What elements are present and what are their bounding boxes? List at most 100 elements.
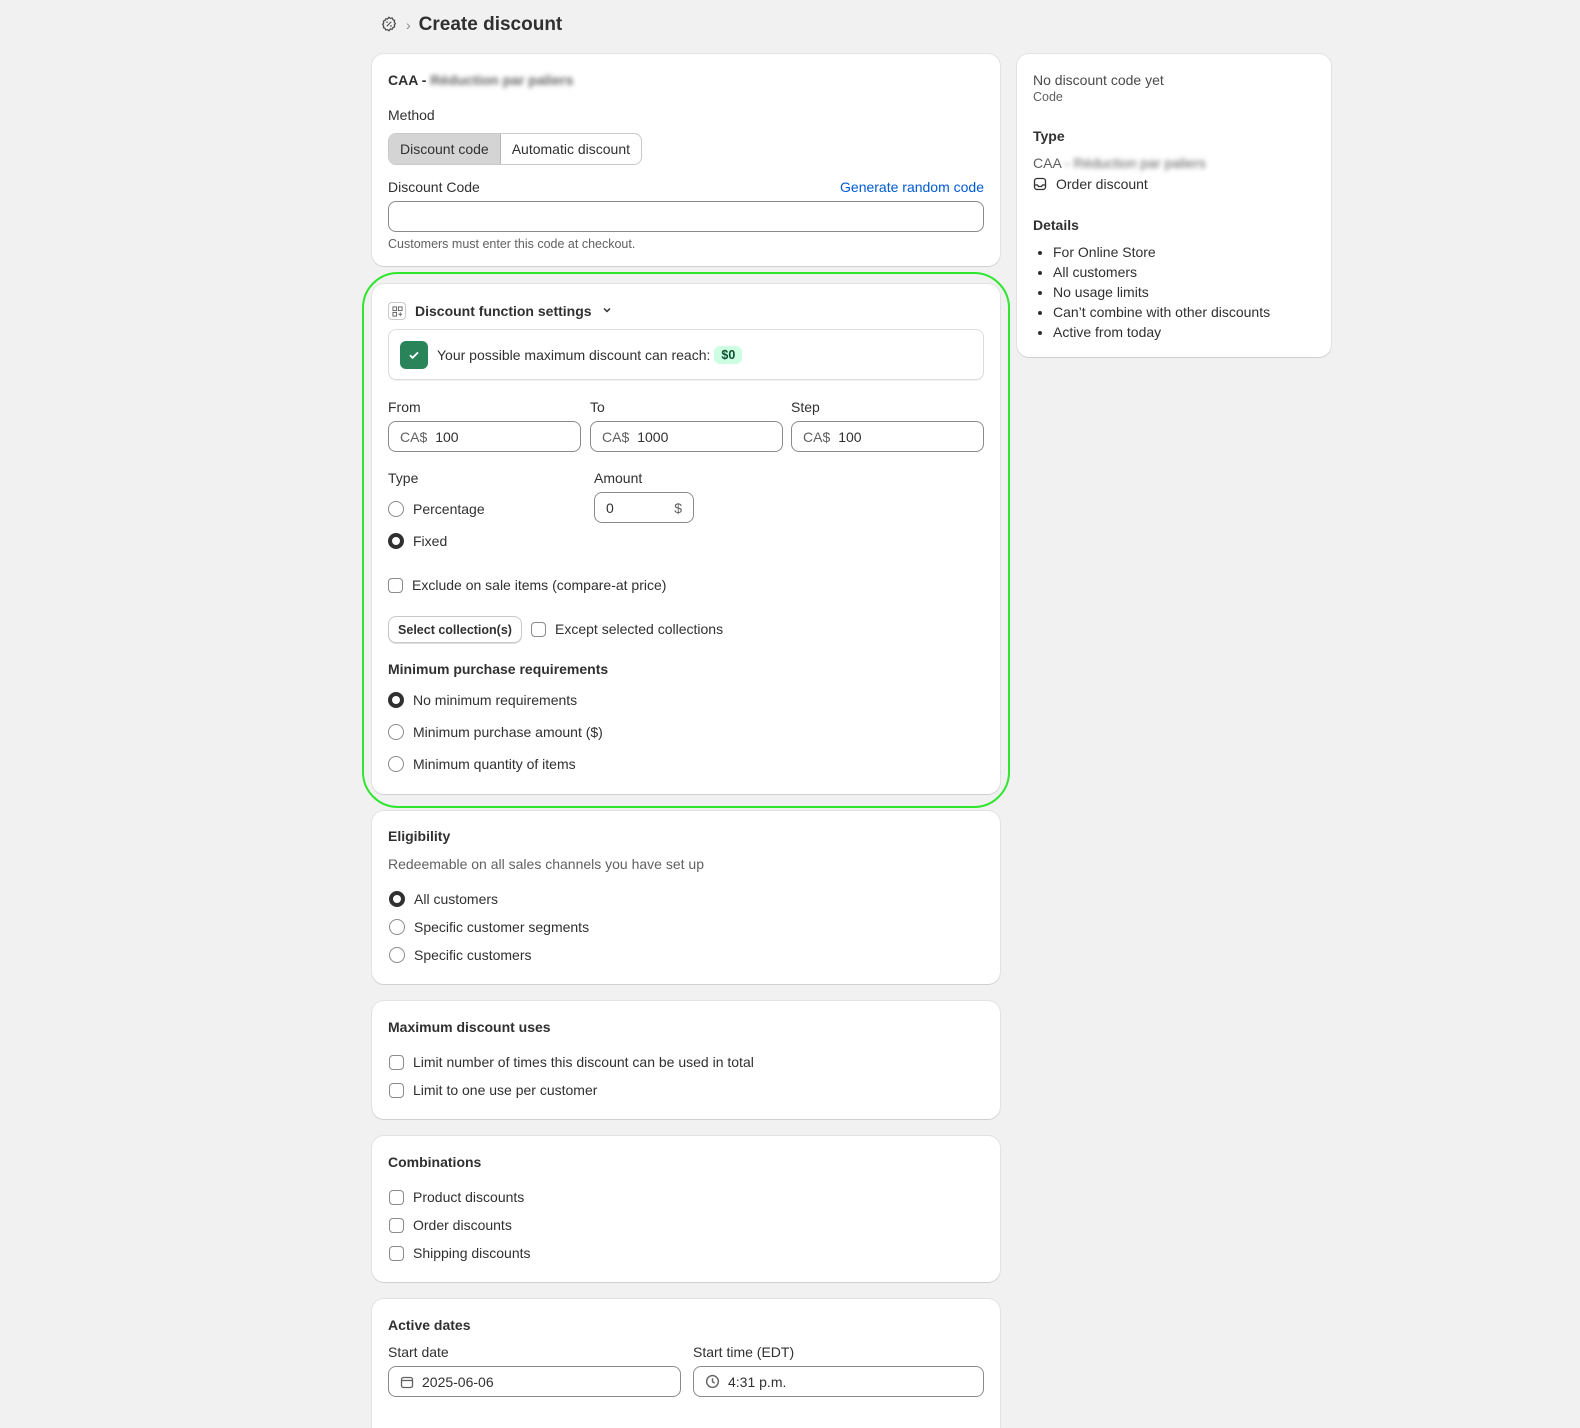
- checkbox[interactable]: [389, 1054, 404, 1070]
- discount-title: CAA - Réduction par paliers: [388, 72, 573, 88]
- eligibility-all-option[interactable]: All customers: [389, 891, 498, 907]
- from-input[interactable]: CA$ 100: [388, 421, 581, 452]
- step-value: 100: [838, 428, 862, 445]
- summary-detail-item: Can’t combine with other discounts: [1053, 302, 1270, 322]
- amount-suffix: $: [674, 499, 682, 516]
- discount-gear-icon[interactable]: [380, 15, 398, 36]
- amount-label: Amount: [594, 470, 643, 486]
- except-collections-option[interactable]: Except selected collections: [531, 621, 723, 637]
- max-discount-banner: Your possible maximum discount can reach…: [388, 329, 984, 380]
- min-requirements-title: Minimum purchase requirements: [388, 661, 609, 677]
- discount-code-input[interactable]: [388, 201, 984, 232]
- summary-details-label: Details: [1033, 217, 1079, 233]
- eligibility-subtitle: Redeemable on all sales channels you hav…: [388, 856, 704, 872]
- combinations-card: Combinations Product discounts Order dis…: [372, 1136, 1000, 1282]
- type-percentage-option[interactable]: Percentage: [388, 501, 485, 517]
- limit-per-customer-option[interactable]: Limit to one use per customer: [389, 1082, 597, 1098]
- min-req-amount-option[interactable]: Minimum purchase amount ($): [388, 724, 603, 740]
- radio-button[interactable]: [388, 501, 404, 517]
- function-settings-title: Discount function settings: [415, 303, 592, 319]
- start-time-label: Start time (EDT): [693, 1344, 795, 1360]
- summary-detail-item: No usage limits: [1053, 282, 1270, 302]
- method-segmented-control: Discount code Automatic discount: [388, 133, 643, 165]
- radio-button[interactable]: [389, 947, 405, 963]
- summary-type-value-row: Order discount: [1033, 176, 1148, 192]
- combine-product-label: Product discounts: [413, 1189, 525, 1205]
- checkbox[interactable]: [388, 577, 403, 593]
- page-title: Create discount: [418, 14, 563, 35]
- active-dates-card: Active dates Start date Start time (EDT)…: [372, 1299, 1000, 1428]
- clock-icon: [705, 1374, 720, 1389]
- radio-button-selected[interactable]: [388, 692, 404, 708]
- method-label: Method: [388, 107, 435, 123]
- exclude-sale-items-option[interactable]: Exclude on sale items (compare-at price): [388, 577, 666, 593]
- discount-title-blurred: Réduction par paliers: [430, 72, 574, 88]
- summary-detail-item: Active from today: [1053, 322, 1270, 342]
- checkbox[interactable]: [389, 1245, 404, 1261]
- checkbox[interactable]: [389, 1189, 404, 1205]
- min-req-none-label: No minimum requirements: [413, 692, 578, 708]
- generate-random-code-link[interactable]: Generate random code: [840, 179, 984, 195]
- step-label: Step: [791, 399, 820, 415]
- start-time-input[interactable]: 4:31 p.m.: [693, 1366, 984, 1397]
- combine-order-option[interactable]: Order discounts: [389, 1217, 512, 1233]
- to-input[interactable]: CA$ 1000: [590, 421, 783, 452]
- max-discount-text: Your possible maximum discount can reach…: [437, 347, 711, 363]
- summary-card: No discount code yet Code Type CAA - Réd…: [1017, 54, 1331, 357]
- max-uses-title: Maximum discount uses: [388, 1019, 551, 1035]
- limit-per-customer-label: Limit to one use per customer: [413, 1082, 598, 1098]
- combine-order-label: Order discounts: [413, 1217, 512, 1233]
- calendar-icon: [400, 1375, 414, 1389]
- radio-button[interactable]: [388, 756, 404, 772]
- eligibility-card: Eligibility Redeemable on all sales chan…: [372, 811, 1000, 984]
- checkbox[interactable]: [531, 621, 546, 637]
- min-req-amount-label: Minimum purchase amount ($): [413, 724, 603, 740]
- eligibility-specific-option[interactable]: Specific customers: [389, 947, 531, 963]
- radio-button[interactable]: [388, 724, 404, 740]
- max-discount-badge: $0: [714, 346, 743, 364]
- limit-total-option[interactable]: Limit number of times this discount can …: [389, 1054, 754, 1070]
- radio-button[interactable]: [389, 919, 405, 935]
- checkbox[interactable]: [389, 1217, 404, 1233]
- method-automatic-discount-button[interactable]: Automatic discount: [501, 134, 641, 164]
- summary-type-label: Type: [1033, 128, 1065, 144]
- start-date-input[interactable]: 2025-06-06: [388, 1366, 681, 1397]
- min-req-quantity-label: Minimum quantity of items: [413, 756, 576, 772]
- amount-value: 0: [606, 499, 614, 516]
- type-fixed-option[interactable]: Fixed: [388, 533, 447, 549]
- discount-function-settings-card: Discount function settings Your possible…: [372, 284, 1000, 794]
- currency-prefix: CA$: [803, 428, 831, 445]
- exclude-sale-label: Exclude on sale items (compare-at price): [412, 577, 667, 593]
- type-label: Type: [388, 470, 419, 486]
- currency-prefix: CA$: [602, 428, 630, 445]
- summary-type-blurred: - Réduction par paliers: [1064, 155, 1206, 171]
- step-input[interactable]: CA$ 100: [791, 421, 984, 452]
- min-req-quantity-option[interactable]: Minimum quantity of items: [388, 756, 576, 772]
- eligibility-segments-option[interactable]: Specific customer segments: [389, 919, 589, 935]
- method-discount-code-button[interactable]: Discount code: [389, 134, 501, 164]
- eligibility-title: Eligibility: [388, 828, 451, 844]
- checkbox[interactable]: [389, 1082, 404, 1098]
- page-header: › Create discount: [380, 14, 562, 36]
- min-req-none-option[interactable]: No minimum requirements: [388, 692, 577, 708]
- eligibility-segments-label: Specific customer segments: [414, 919, 590, 935]
- start-date-value: 2025-06-06: [422, 1373, 494, 1390]
- app-grid-icon: [388, 302, 406, 320]
- radio-button-selected[interactable]: [389, 891, 405, 907]
- amount-input[interactable]: 0 $: [594, 492, 694, 523]
- to-label: To: [590, 399, 605, 415]
- active-dates-title: Active dates: [388, 1317, 471, 1333]
- combinations-title: Combinations: [388, 1154, 482, 1170]
- discount-code-label: Discount Code: [388, 179, 480, 195]
- type-percentage-label: Percentage: [413, 501, 485, 517]
- radio-button-selected[interactable]: [388, 533, 404, 549]
- combine-product-option[interactable]: Product discounts: [389, 1189, 524, 1205]
- combine-shipping-option[interactable]: Shipping discounts: [389, 1245, 531, 1261]
- discount-code-help: Customers must enter this code at checko…: [388, 237, 636, 251]
- select-collections-button[interactable]: Select collection(s): [388, 616, 522, 643]
- summary-type-prefix: CAA: [1033, 155, 1062, 171]
- breadcrumb-separator: ›: [406, 17, 411, 33]
- summary-type-value: Order discount: [1056, 176, 1148, 192]
- limit-total-label: Limit number of times this discount can …: [413, 1054, 754, 1070]
- function-settings-toggle[interactable]: Discount function settings: [388, 302, 613, 320]
